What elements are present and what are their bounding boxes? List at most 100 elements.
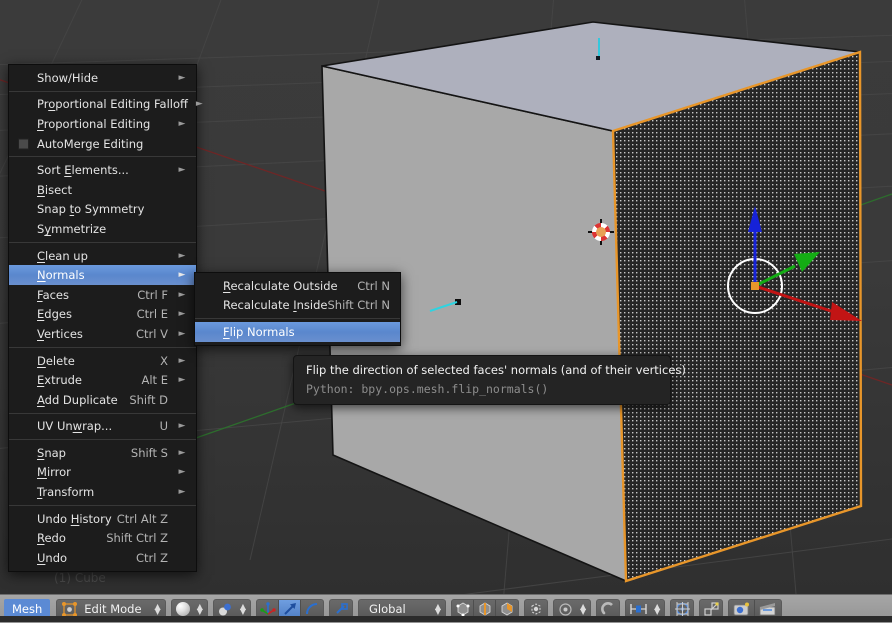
status-bar <box>0 616 892 622</box>
submenu-arrow-icon: ► <box>178 447 186 458</box>
submenu-arrow-icon: ► <box>178 467 186 478</box>
menu-item-label: Extrude <box>37 373 82 388</box>
submenu-arrow-icon: ► <box>178 328 186 339</box>
menu-item-label: Edges <box>37 307 72 322</box>
proportional-editing-icon <box>630 604 647 614</box>
menu-item-shortcut: Ctrl Z <box>136 550 168 565</box>
menu-item-label: Undo <box>37 550 68 565</box>
viewport-object-name: (1) Cube <box>54 571 106 585</box>
menu-item-label: Vertices <box>37 326 83 341</box>
mode-selector-spinner[interactable]: ▲ ▼ <box>153 603 161 616</box>
3d-cursor <box>588 219 614 245</box>
gizmo-origin <box>751 282 759 290</box>
menu-item-label: Sort Elements... <box>37 163 129 178</box>
menu-item-uv-unwrap[interactable]: UV Unwrap... U ► <box>9 417 196 437</box>
menu-item-undo[interactable]: Undo Ctrl Z <box>9 548 196 568</box>
transform-manipulator-gizmo[interactable] <box>690 190 870 340</box>
menu-item-bisect[interactable]: Bisect <box>9 180 196 200</box>
submenu-arrow-icon: ► <box>178 309 186 320</box>
menu-item-undo-history[interactable]: Undo History Ctrl Alt Z <box>9 509 196 529</box>
menu-item-sort-elements[interactable]: Sort Elements... ► <box>9 160 196 180</box>
menu-item-shortcut: Shift Ctrl N <box>327 298 390 313</box>
menu-item-shortcut: Alt E <box>141 373 169 388</box>
transform-orientation-spinner[interactable]: ▲ ▼ <box>433 603 441 616</box>
menu-item-label: Flip Normals <box>223 324 295 339</box>
menu-item-shortcut: Shift D <box>129 392 168 407</box>
menu-item-automerge-editing[interactable]: AutoMerge Editing <box>9 134 196 154</box>
gizmo-arrow-z <box>748 206 762 232</box>
pivot-center-icon <box>559 602 572 616</box>
menu-item-show-hide[interactable]: Show/Hide ► <box>9 68 196 88</box>
submenu-arrow-icon: ► <box>178 421 186 432</box>
menu-item-shortcut: U <box>159 419 168 434</box>
menu-item-label: AutoMerge Editing <box>37 136 144 151</box>
submenu-arrow-icon: ► <box>195 99 203 110</box>
menu-item-redo[interactable]: Redo Shift Ctrl Z <box>9 528 196 548</box>
scene-select-icon <box>218 603 231 615</box>
submenu-arrow-icon: ► <box>178 355 186 366</box>
pivot-center-spinner[interactable]: ▲ ▼ <box>578 603 586 616</box>
edit-mode-icon <box>62 601 78 617</box>
transform-orientation-label: Global <box>369 602 406 616</box>
menu-item-delete[interactable]: Delete X ► <box>9 351 196 371</box>
normals-submenu-popup[interactable]: Recalculate Outside Ctrl N Recalculate Ins… <box>194 272 401 346</box>
menu-item-faces[interactable]: Faces Ctrl F ► <box>9 285 196 305</box>
menu-item-label: UV Unwrap... <box>37 419 113 434</box>
menu-item-add-duplicate[interactable]: Add Duplicate Shift D <box>9 390 196 410</box>
menu-item-shortcut: Ctrl N <box>357 278 390 293</box>
menu-item-label: Redo <box>37 531 66 546</box>
menu-item-shortcut: Ctrl V <box>136 326 168 341</box>
menu-item-mirror[interactable]: Mirror ► <box>9 463 196 483</box>
menu-item-proportional-editing[interactable]: Proportional Editing ► <box>9 114 196 134</box>
menu-item-label: Clean up <box>37 248 88 263</box>
menu-item-symmetrize[interactable]: Symmetrize <box>9 219 196 239</box>
menu-item-transform[interactable]: Transform ► <box>9 482 196 502</box>
menu-item-edges[interactable]: Edges Ctrl E ► <box>9 305 196 325</box>
menu-item-label: Transform <box>37 485 95 500</box>
submenu-arrow-icon: ► <box>178 487 186 498</box>
menu-item-label: Delete <box>37 353 75 368</box>
menu-separator <box>9 439 196 441</box>
menu-item-label: Proportional Editing <box>37 116 151 131</box>
menu-item-label: Bisect <box>37 182 72 197</box>
menu-item-normals[interactable]: Normals ► <box>9 265 196 285</box>
menu-separator <box>9 412 196 414</box>
menu-separator <box>9 504 196 506</box>
gizmo-arrow-y <box>794 252 820 272</box>
menu-item-shortcut: Shift S <box>130 445 168 460</box>
menu-item-proportional-editing-falloff[interactable]: Proportional Editing Falloff ► <box>9 95 203 115</box>
menu-item-label: Symmetrize <box>37 221 107 236</box>
submenu-arrow-icon: ► <box>178 270 186 281</box>
menu-item-snap[interactable]: Snap Shift S ► <box>9 443 196 463</box>
menu-separator <box>9 156 196 158</box>
proportional-editing-spinner[interactable]: ▲ ▼ <box>652 603 660 616</box>
menu-item-label: Recalculate Inside <box>223 298 328 313</box>
menu-item-label: Show/Hide <box>37 70 99 85</box>
menu-item-clean-up[interactable]: Clean up ► <box>9 246 196 266</box>
menu-item-label: Recalculate Outside <box>223 278 338 293</box>
scene-select-spinner[interactable]: ▲ ▼ <box>238 603 246 616</box>
tooltip-description: Flip the direction of selected faces' no… <box>306 363 686 377</box>
submenu-arrow-icon: ► <box>178 250 186 261</box>
menu-item-extrude[interactable]: Extrude Alt E ► <box>9 370 196 390</box>
menu-item-label: Normals <box>37 268 85 283</box>
menu-item-label: Snap <box>37 445 66 460</box>
submenu-item-flip-normals[interactable]: Flip Normals <box>195 322 400 342</box>
menu-item-label: Proportional Editing Falloff <box>37 97 188 112</box>
submenu-arrow-icon: ► <box>178 289 186 300</box>
menu-separator <box>9 90 196 92</box>
submenu-arrow-icon: ► <box>178 375 186 386</box>
menu-item-label: Faces <box>37 287 69 302</box>
submenu-item-recalculate-outside[interactable]: Recalculate Outside Ctrl N <box>195 276 400 296</box>
submenu-item-recalculate-inside[interactable]: Recalculate Inside Shift Ctrl N <box>195 296 400 316</box>
normal-indicator-dot <box>596 56 600 60</box>
checkbox-icon[interactable] <box>18 138 29 150</box>
menu-item-vertices[interactable]: Vertices Ctrl V ► <box>9 324 196 344</box>
menu-item-shortcut: X <box>160 353 168 368</box>
menu-item-snap-to-symmetry[interactable]: Snap to Symmetry <box>9 200 196 220</box>
mesh-menu-popup[interactable]: Show/Hide ► Proportional Editing Falloff ► P… <box>8 64 203 572</box>
tooltip: Flip the direction of selected faces' no… <box>293 355 686 405</box>
viewport-shading-spinner[interactable]: ▲ ▼ <box>195 603 203 616</box>
menu-item-shortcut: Ctrl Alt Z <box>116 511 168 526</box>
gizmo-axis-x <box>754 284 835 314</box>
